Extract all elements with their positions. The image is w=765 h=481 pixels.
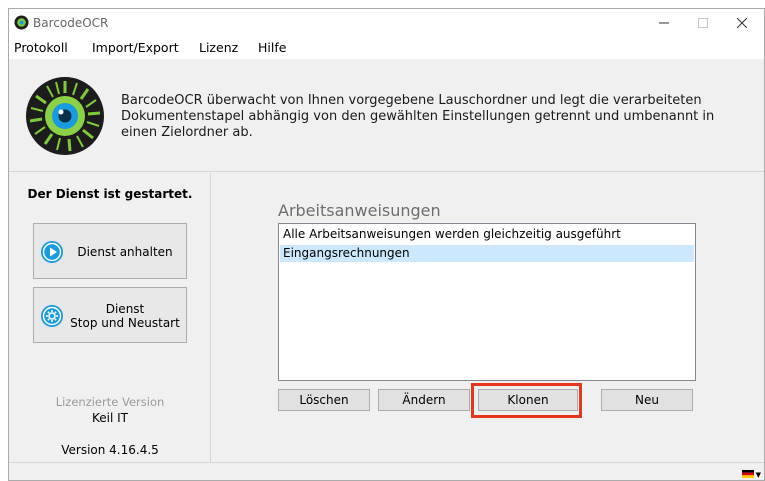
close-icon <box>737 18 747 28</box>
stop-service-label: Dienst anhalten <box>77 245 173 259</box>
app-icon <box>14 15 29 30</box>
new-button[interactable]: Neu <box>601 389 693 411</box>
app-window: BarcodeOCR Protokoll Import/Export Lizen… <box>8 8 765 481</box>
service-panel: Der Dienst ist gestartet. Dienst anhalte… <box>9 173 211 462</box>
delete-button[interactable]: Löschen <box>278 389 370 411</box>
stop-service-button[interactable]: Dienst anhalten <box>33 223 187 279</box>
list-item-selected[interactable]: Eingangsrechnungen <box>280 245 694 262</box>
restart-service-label: Dienst Stop und Neustart <box>68 302 182 330</box>
list-item[interactable]: Alle Arbeitsanweisungen werden gleichzei… <box>280 226 694 243</box>
instructions-list[interactable]: Alle Arbeitsanweisungen werden gleichzei… <box>278 223 696 381</box>
edit-button[interactable]: Ändern <box>378 389 470 411</box>
german-flag-icon[interactable] <box>742 470 754 478</box>
eye-barcode-logo <box>26 77 104 155</box>
play-circle-icon <box>41 241 63 263</box>
header-panel: BarcodeOCR überwacht von Ihnen vorgegebe… <box>9 60 764 172</box>
close-button[interactable] <box>720 9 764 37</box>
license-label: Lizenzierte Version <box>55 395 165 409</box>
restart-circle-icon <box>41 305 63 327</box>
menu-protokoll[interactable]: Protokoll <box>14 40 68 55</box>
language-dropdown-icon[interactable]: ▼ <box>756 471 761 479</box>
version-text: Version 4.16.4.5 <box>61 443 159 457</box>
license-name: Keil IT <box>91 411 128 425</box>
restart-service-button[interactable]: Dienst Stop und Neustart <box>33 287 187 343</box>
minimize-icon <box>659 22 669 24</box>
instructions-title: Arbeitsanweisungen <box>278 201 441 220</box>
maximize-icon <box>698 18 708 28</box>
window-title: BarcodeOCR <box>33 16 109 30</box>
menu-import-export[interactable]: Import/Export <box>92 40 179 55</box>
menu-lizenz[interactable]: Lizenz <box>199 40 238 55</box>
title-bar[interactable]: BarcodeOCR <box>9 9 764 37</box>
instructions-panel: Arbeitsanweisungen Alle Arbeitsanweisung… <box>212 173 764 462</box>
status-bar: ▼ <box>9 462 764 480</box>
restart-label-line2: Stop und Neustart <box>70 316 180 330</box>
app-description: BarcodeOCR überwacht von Ihnen vorgegebe… <box>121 93 715 140</box>
maximize-button[interactable] <box>681 9 725 37</box>
service-status: Der Dienst ist gestartet. <box>27 187 193 201</box>
restart-label-line1: Dienst <box>105 302 145 316</box>
minimize-button[interactable] <box>642 9 686 37</box>
clone-highlight-box <box>471 383 582 418</box>
menu-bar: Protokoll Import/Export Lizenz Hilfe <box>9 37 764 59</box>
menu-hilfe[interactable]: Hilfe <box>258 40 286 55</box>
